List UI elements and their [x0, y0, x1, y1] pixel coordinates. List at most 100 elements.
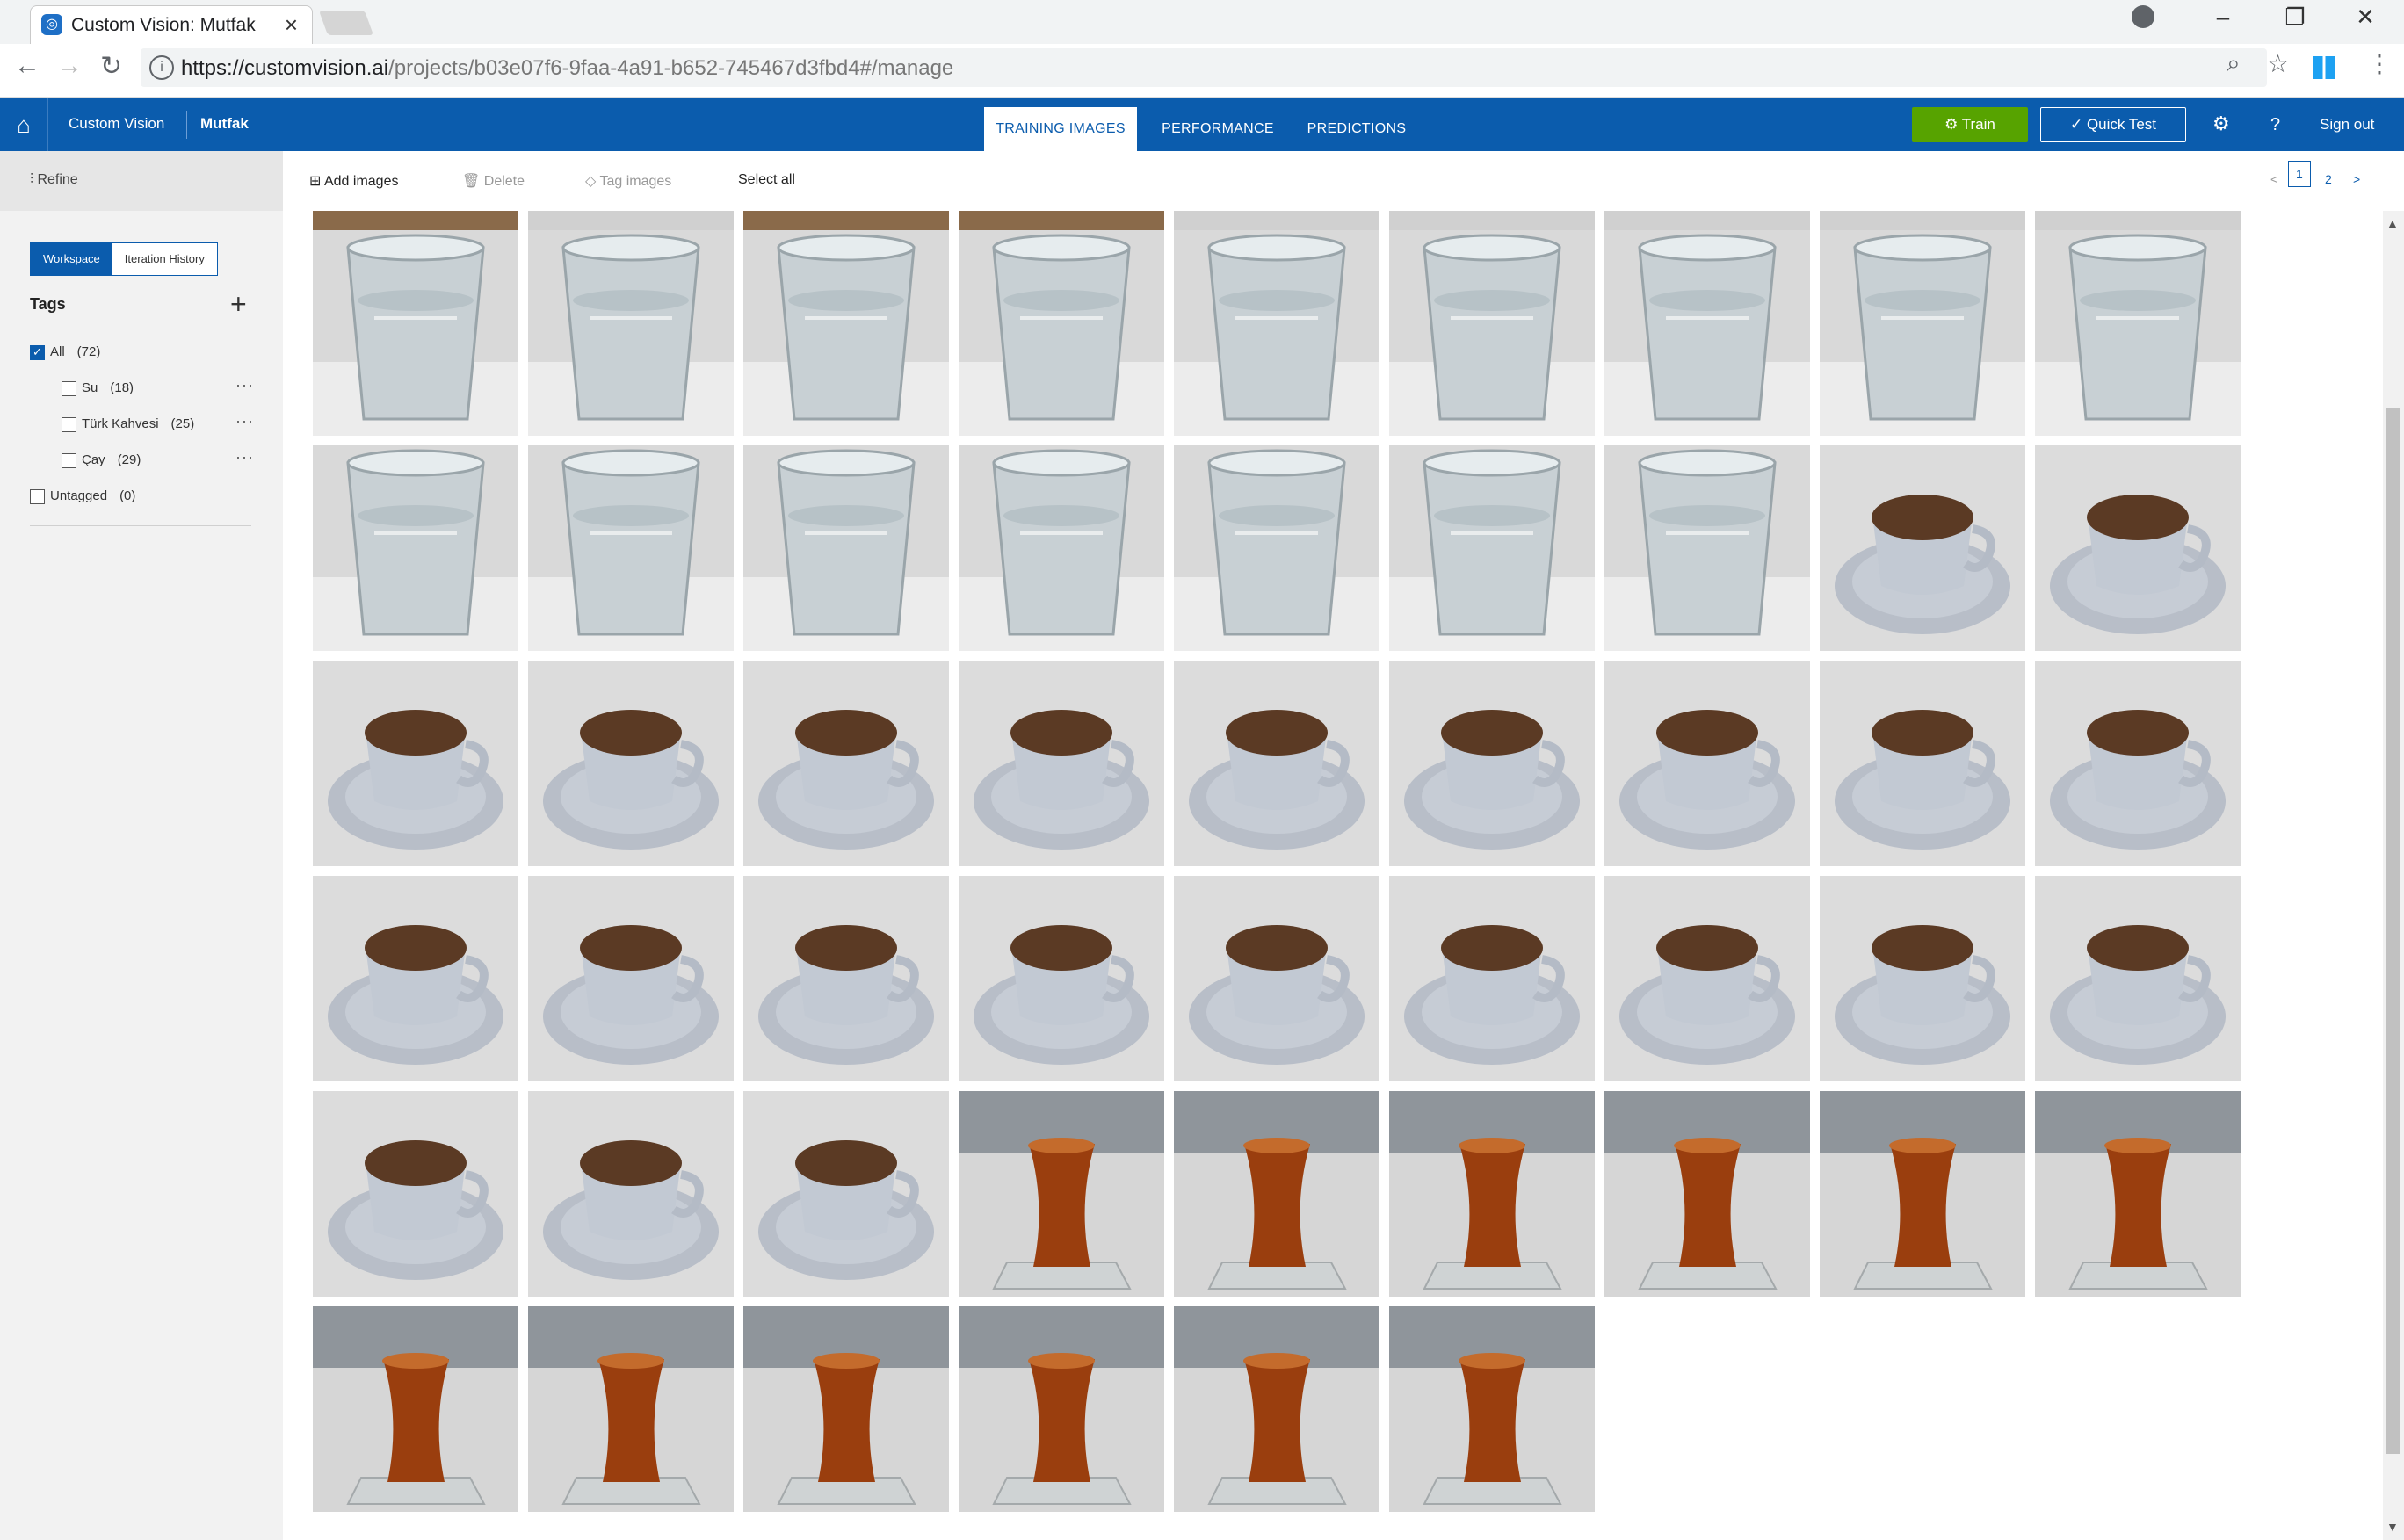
training-image-thumbnail[interactable] — [1389, 1091, 1595, 1297]
window-close-icon[interactable]: ✕ — [2348, 4, 2383, 31]
select-all-button[interactable]: Select all — [738, 172, 795, 188]
training-image-thumbnail[interactable] — [959, 1306, 1164, 1512]
training-image-thumbnail[interactable] — [313, 1306, 518, 1512]
pager-page-1[interactable]: 1 — [2288, 161, 2311, 187]
training-image-thumbnail[interactable] — [959, 1091, 1164, 1297]
tab-close-icon[interactable]: × — [285, 11, 298, 39]
training-image-thumbnail[interactable] — [313, 445, 518, 651]
training-image-thumbnail[interactable] — [959, 445, 1164, 651]
address-bar[interactable]: i https://customvision.ai/projects/b03e0… — [141, 48, 2267, 87]
scrollbar-thumb[interactable] — [2386, 408, 2400, 1454]
help-icon[interactable]: ? — [2270, 115, 2280, 135]
training-image-thumbnail[interactable] — [1174, 1091, 1379, 1297]
training-image-thumbnail[interactable] — [743, 230, 949, 436]
new-tab-button[interactable] — [318, 11, 374, 35]
workspace-tab[interactable]: Workspace — [31, 243, 112, 275]
training-image-thumbnail[interactable] — [1604, 1091, 1810, 1297]
browser-tab[interactable]: ◎ Custom Vision: Mutfak × — [30, 5, 313, 45]
pager-next[interactable]: > — [2353, 172, 2360, 186]
browser-menu-icon[interactable]: ⋮ — [2367, 49, 2392, 78]
tag-filter-untagged[interactable]: Untagged (0) — [30, 488, 135, 506]
checkbox-su[interactable] — [62, 380, 76, 396]
training-image-thumbnail[interactable] — [1820, 661, 2025, 866]
training-image-thumbnail[interactable] — [1389, 230, 1595, 436]
quick-test-button[interactable]: ✓ Quick Test — [2040, 107, 2186, 142]
training-image-thumbnail[interactable] — [1604, 230, 1810, 436]
checkbox-untagged[interactable] — [30, 488, 45, 504]
training-image-thumbnail[interactable] — [743, 445, 949, 651]
training-image-thumbnail[interactable] — [743, 1306, 949, 1512]
training-image-thumbnail[interactable] — [1820, 876, 2025, 1081]
checkbox-cay[interactable] — [62, 452, 76, 468]
training-image-thumbnail[interactable] — [1604, 211, 1810, 230]
training-image-thumbnail[interactable] — [1389, 661, 1595, 866]
scroll-down-icon[interactable]: ▼ — [2386, 1520, 2399, 1534]
add-images-button[interactable]: ⊞ Add images — [309, 172, 398, 190]
training-image-thumbnail[interactable] — [2035, 211, 2241, 230]
training-image-thumbnail[interactable] — [313, 661, 518, 866]
sign-out-link[interactable]: Sign out — [2320, 116, 2374, 134]
home-icon[interactable]: ⌂ — [0, 98, 48, 151]
tag-su-more-icon[interactable]: ··· — [235, 376, 254, 394]
tab-performance[interactable]: PERFORMANCE — [1151, 107, 1285, 151]
training-image-thumbnail[interactable] — [528, 211, 734, 230]
training-image-thumbnail[interactable] — [2035, 661, 2241, 866]
training-image-thumbnail[interactable] — [1604, 445, 1810, 651]
training-image-thumbnail[interactable] — [1820, 1091, 2025, 1297]
tag-filter-turk-kahvesi[interactable]: Türk Kahvesi (25) — [62, 416, 194, 434]
training-image-thumbnail[interactable] — [1604, 876, 1810, 1081]
tab-training-images[interactable]: TRAINING IMAGES — [984, 107, 1137, 151]
checkbox-all[interactable]: ✓ — [30, 344, 45, 360]
training-image-thumbnail[interactable] — [313, 211, 518, 230]
iteration-history-tab[interactable]: Iteration History — [112, 243, 217, 275]
tab-predictions[interactable]: PREDICTIONS — [1297, 107, 1416, 151]
training-image-thumbnail[interactable] — [528, 1091, 734, 1297]
training-image-thumbnail[interactable] — [2035, 230, 2241, 436]
training-image-thumbnail[interactable] — [1820, 445, 2025, 651]
delete-button[interactable]: 🗑 Delete — [462, 172, 525, 190]
training-image-thumbnail[interactable] — [1820, 230, 2025, 436]
training-image-thumbnail[interactable] — [1389, 445, 1595, 651]
reload-icon[interactable]: ↻ — [100, 51, 122, 82]
training-image-thumbnail[interactable] — [1174, 445, 1379, 651]
training-image-thumbnail[interactable] — [743, 661, 949, 866]
tag-filter-su[interactable]: Su (18) — [62, 380, 134, 398]
training-image-thumbnail[interactable] — [743, 1091, 949, 1297]
training-image-thumbnail[interactable] — [528, 876, 734, 1081]
training-image-thumbnail[interactable] — [1389, 1306, 1595, 1512]
windows-extension-icon[interactable] — [2313, 56, 2335, 79]
forward-icon[interactable]: → — [56, 51, 83, 81]
back-icon[interactable]: ← — [14, 51, 40, 81]
train-button[interactable]: ⚙ Train — [1912, 107, 2028, 142]
training-image-thumbnail[interactable] — [528, 1306, 734, 1512]
training-image-thumbnail[interactable] — [959, 230, 1164, 436]
training-image-thumbnail[interactable] — [313, 876, 518, 1081]
training-image-thumbnail[interactable] — [959, 876, 1164, 1081]
checkbox-turk-kahvesi[interactable] — [62, 416, 76, 432]
training-image-thumbnail[interactable] — [1174, 661, 1379, 866]
training-image-thumbnail[interactable] — [528, 230, 734, 436]
training-image-thumbnail[interactable] — [313, 230, 518, 436]
training-image-thumbnail[interactable] — [1174, 230, 1379, 436]
training-image-thumbnail[interactable] — [1174, 211, 1379, 230]
training-image-thumbnail[interactable] — [2035, 1091, 2241, 1297]
bookmark-star-icon[interactable]: ☆ — [2267, 49, 2289, 78]
pager-prev[interactable]: < — [2270, 172, 2277, 186]
tag-images-button[interactable]: ◇ Tag images — [585, 172, 671, 190]
refine-button[interactable]: ⫶ Refine — [30, 172, 78, 188]
tag-filter-cay[interactable]: Çay (29) — [62, 452, 141, 470]
zoom-icon[interactable]: ⌕ — [2227, 49, 2241, 78]
training-image-thumbnail[interactable] — [1174, 876, 1379, 1081]
training-image-thumbnail[interactable] — [743, 876, 949, 1081]
training-image-thumbnail[interactable] — [1820, 211, 2025, 230]
pager-page-2[interactable]: 2 — [2325, 172, 2332, 186]
training-image-thumbnail[interactable] — [1389, 211, 1595, 230]
training-image-thumbnail[interactable] — [528, 445, 734, 651]
training-image-thumbnail[interactable] — [313, 1091, 518, 1297]
training-image-thumbnail[interactable] — [528, 661, 734, 866]
training-image-thumbnail[interactable] — [743, 211, 949, 230]
tag-turk-kahvesi-more-icon[interactable]: ··· — [235, 412, 254, 430]
training-image-thumbnail[interactable] — [959, 211, 1164, 230]
training-image-thumbnail[interactable] — [1389, 876, 1595, 1081]
restore-icon[interactable]: ❐ — [2277, 4, 2313, 31]
